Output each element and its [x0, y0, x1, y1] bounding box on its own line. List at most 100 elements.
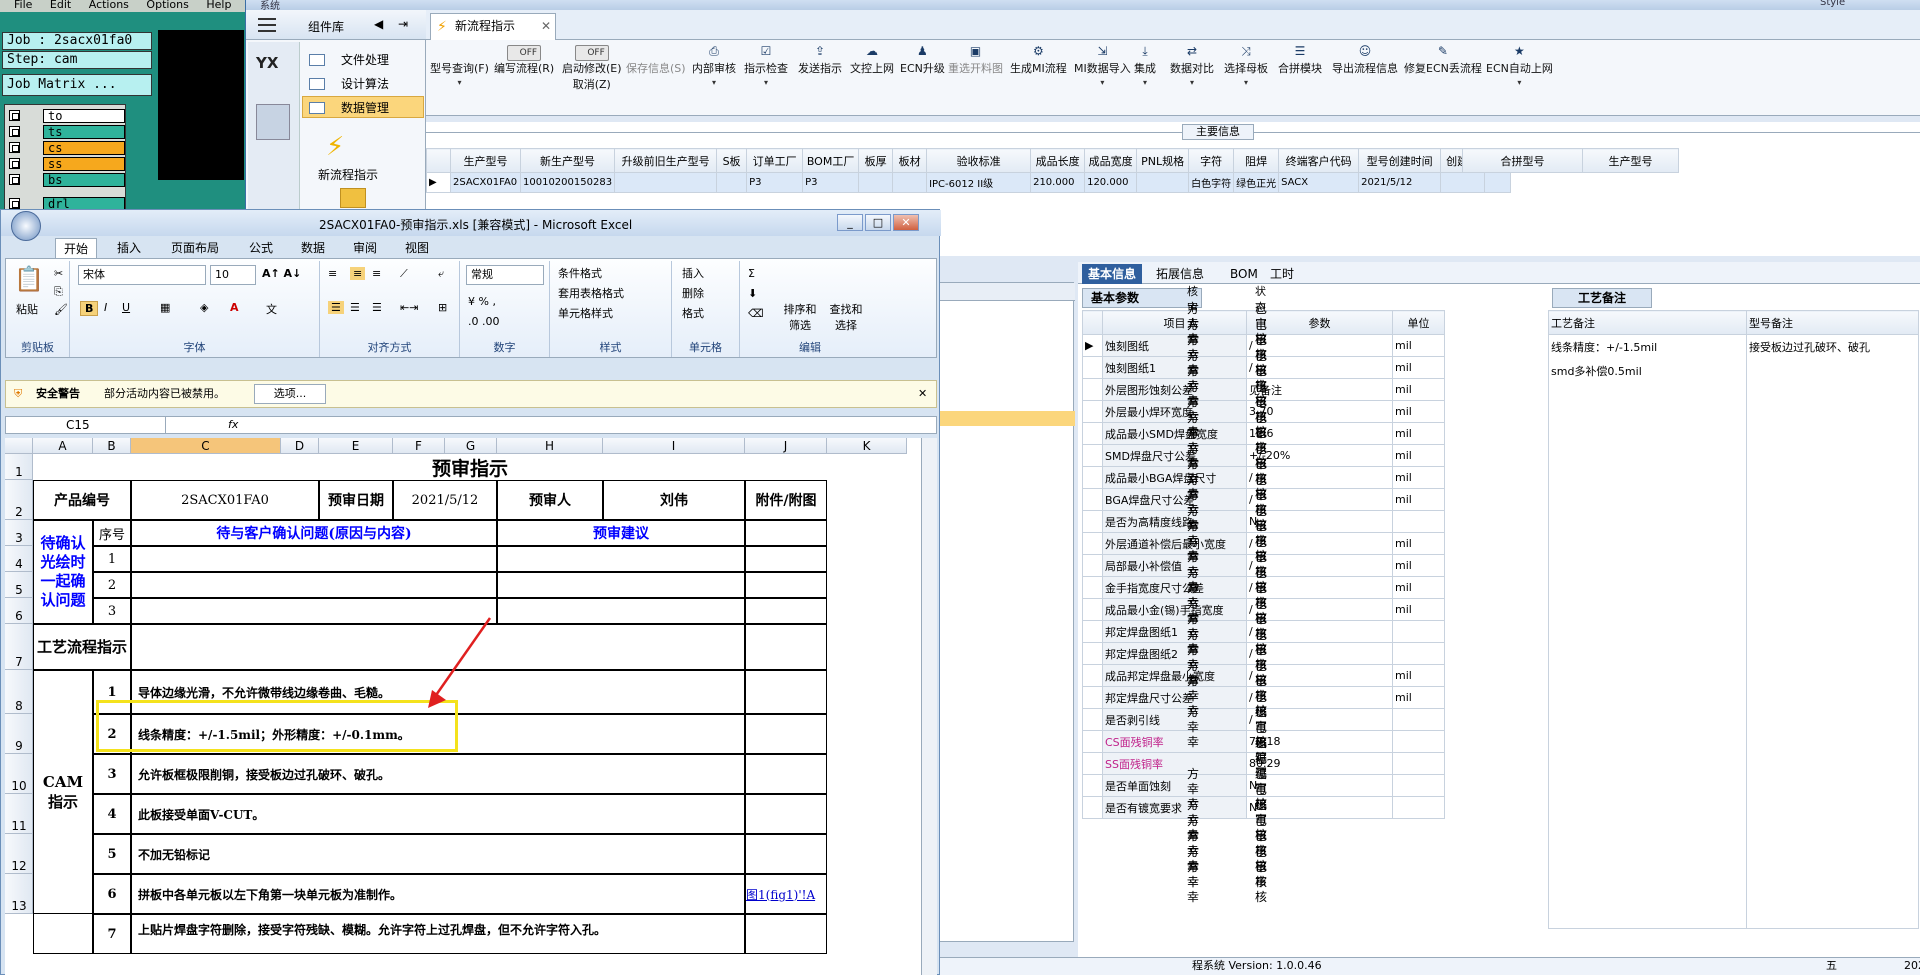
menu-options[interactable]: Options [146, 0, 188, 11]
security-options-button[interactable]: 选项... [254, 384, 326, 404]
maximize-button[interactable]: □ [865, 214, 891, 231]
minimize-button[interactable]: _ [837, 214, 863, 231]
tab-extended-info[interactable]: 拓展信息 [1150, 264, 1210, 284]
row-header[interactable]: 10 [5, 754, 33, 794]
start-edit-toggle[interactable]: OFF 启动修改(E) 取消(Z) [562, 44, 622, 114]
find-select-button[interactable]: 查找和选择 [826, 301, 866, 333]
name-box[interactable]: C15 [6, 417, 166, 433]
suggestion-cell[interactable] [497, 572, 745, 598]
row-header[interactable]: 5 [5, 572, 33, 598]
question-number[interactable]: 3 [93, 598, 131, 624]
tab-page-layout[interactable]: 页面布局 [163, 238, 227, 258]
attachment-cell[interactable] [745, 714, 827, 754]
delete-cells-button[interactable]: 删除 [682, 285, 704, 301]
currency-icon[interactable]: ¥ % , [468, 295, 496, 308]
param-value-cell[interactable]: / [1246, 686, 1393, 709]
underline-button[interactable]: U [122, 301, 130, 314]
reviewer-value[interactable]: 刘伟 [603, 480, 745, 520]
column-header[interactable]: C [131, 438, 281, 454]
table-cell[interactable] [1440, 172, 1486, 193]
question-header[interactable]: 待与客户确认问题(原因与内容) [131, 520, 497, 546]
process-note-cell[interactable]: 线条精度：+/-1.5mil smd多补偿0.5mil [1548, 334, 1747, 929]
row-header[interactable]: 2 [5, 480, 33, 520]
cam-item-text[interactable]: 不加无铅标记 [131, 834, 745, 874]
param-value-cell[interactable]: N [1246, 510, 1393, 533]
model-query-button[interactable]: 型号查询(F) ▾ [430, 44, 489, 114]
align-middle-icon[interactable]: ≡ [350, 267, 366, 280]
attachment-cell[interactable] [745, 598, 827, 624]
column-header[interactable]: B [93, 438, 131, 454]
param-value-cell[interactable]: / [1246, 334, 1393, 357]
question-text-cell[interactable] [131, 546, 497, 572]
layer-bs[interactable]: bs [9, 173, 125, 187]
product-code-label[interactable]: 产品编号 [33, 480, 131, 520]
param-value-cell[interactable]: / [1246, 466, 1393, 489]
suggestion-cell[interactable] [497, 546, 745, 572]
table-cell[interactable]: P3 [746, 172, 804, 193]
attachment-link[interactable]: 图1(fig1)'!A [745, 874, 827, 914]
attachment-cell[interactable] [745, 572, 827, 598]
lightning-icon[interactable]: ⚡ [326, 132, 344, 162]
instruction-check-button[interactable]: ☑ 指示检查 ▾ [744, 44, 788, 114]
new-flow-label[interactable]: 新流程指示 [318, 166, 378, 183]
review-date-label[interactable]: 预审日期 [319, 480, 393, 520]
cam-item-text[interactable]: 允许板框极限削铜，接受板边过孔破环、破孔。 [131, 754, 745, 794]
sort-filter-button[interactable]: 排序和筛选 [780, 301, 820, 333]
param-value-cell[interactable]: 77.18 [1246, 730, 1393, 753]
fx-icon[interactable]: fx [228, 417, 238, 433]
collapse-left-icon[interactable]: ◀ [374, 17, 383, 31]
table-cell[interactable]: 2SACX01FA0 [450, 172, 521, 193]
attachment-cell[interactable] [745, 794, 827, 834]
attachment-cell[interactable] [745, 670, 827, 714]
font-color-icon[interactable]: A [230, 301, 239, 314]
phonetic-icon[interactable]: 文 [266, 301, 277, 317]
table-cell[interactable] [858, 172, 894, 193]
param-value-cell[interactable]: 3.70 [1246, 400, 1393, 423]
table-cell[interactable]: SACX [1278, 172, 1360, 193]
menu-file[interactable]: File [14, 0, 32, 11]
data-compare-button[interactable]: ⇄ 数据对比 ▾ [1170, 44, 1214, 114]
save-info-button[interactable]: 保存信息(S) [626, 44, 686, 114]
row-header[interactable]: 3 [5, 520, 33, 546]
layer-cs[interactable]: cs [9, 141, 125, 155]
tab-bom[interactable]: BOM [1224, 264, 1264, 284]
param-value-cell[interactable]: 80.29 [1246, 752, 1393, 775]
table-cell[interactable]: P3 [802, 172, 860, 193]
param-value-cell[interactable]: N [1246, 774, 1393, 797]
cam-item-number[interactable]: 4 [93, 794, 131, 834]
decimal-icon[interactable]: .0 .00 [468, 315, 500, 328]
table-cell[interactable]: IPC-6012 II级 [926, 172, 1032, 193]
row-header[interactable]: 4 [5, 546, 33, 572]
number-format-select[interactable]: 常规 [466, 265, 544, 285]
merge-center-icon[interactable]: ⊞ [438, 301, 447, 314]
tab-view[interactable]: 视图 [397, 238, 437, 258]
format-painter-icon[interactable]: 🖌 [54, 303, 68, 316]
question-number[interactable]: 1 [93, 546, 131, 572]
cam-item-number[interactable]: 3 [93, 754, 131, 794]
attachment-cell[interactable] [745, 546, 827, 572]
paste-icon[interactable]: 📋 [14, 265, 44, 293]
layer-checkbox[interactable] [9, 110, 20, 121]
param-value-cell[interactable]: +/-20% [1246, 444, 1393, 467]
copy-icon[interactable]: ⎘ [54, 285, 63, 299]
align-center-icon[interactable]: ☰ [350, 301, 360, 314]
mi-data-import-button[interactable]: ⇲ MI数据导入 ▾ [1074, 44, 1131, 114]
merge-module-button[interactable]: ☰ 合拼模块 [1278, 44, 1322, 114]
review-date-value[interactable]: 2021/5/12 [393, 480, 497, 520]
param-value-cell[interactable]: / [1246, 642, 1393, 665]
table-cell[interactable]: 绿色正光 [1233, 172, 1280, 193]
ecn-upgrade-button[interactable]: ♟ ECN升级 [900, 44, 945, 114]
data-icon[interactable] [256, 104, 290, 140]
export-flow-info-button[interactable]: ☺ 导出流程信息 [1332, 44, 1398, 114]
column-header[interactable]: A [33, 438, 93, 454]
column-header[interactable]: K [827, 438, 907, 454]
internal-review-button[interactable]: ⎙ 内部审核 ▾ [692, 44, 736, 114]
table-row[interactable]: ▶ 2SACX01FA0 10010200150283 P3 P3 IPC-6012 II… [426, 172, 1512, 193]
table-cell[interactable]: 白色字符 [1188, 172, 1235, 193]
row-header[interactable]: 12 [5, 834, 33, 874]
product-code-value[interactable]: 2SACX01FA0 [131, 480, 319, 520]
tab-review[interactable]: 审阅 [345, 238, 385, 258]
format-as-table-button[interactable]: 套用表格格式 [558, 285, 624, 301]
param-value-cell[interactable]: 见备注 [1246, 378, 1393, 401]
tab-work-hours[interactable]: 工时 [1264, 264, 1300, 284]
